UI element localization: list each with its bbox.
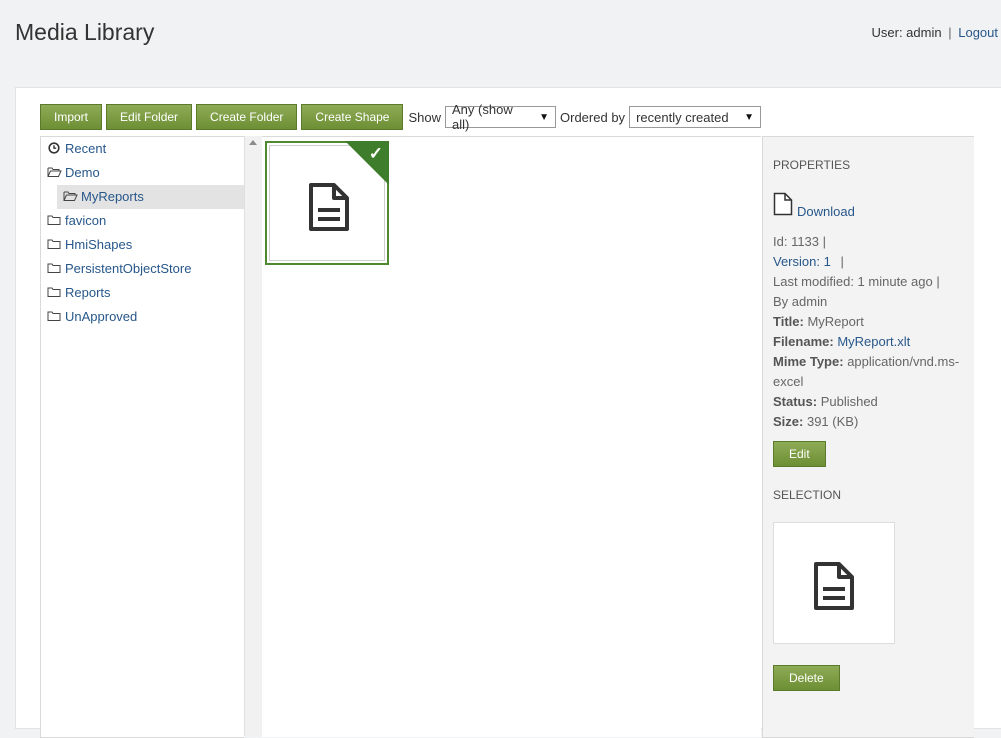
tree-item-demo[interactable]: Demo bbox=[41, 161, 244, 185]
tree-item-recent[interactable]: Recent bbox=[41, 137, 244, 161]
size-value: 391 (KB) bbox=[806, 414, 859, 429]
tree-item-label: favicon bbox=[65, 213, 107, 228]
tree-item-label: PersistentObjectStore bbox=[65, 261, 192, 276]
page-title: Media Library bbox=[15, 19, 155, 45]
dropdown-arrow-icon: ▼ bbox=[744, 111, 755, 123]
tree-scrollbar[interactable] bbox=[244, 136, 262, 736]
show-filter-select[interactable]: Any (show all) ▼ bbox=[445, 102, 557, 132]
clock-icon bbox=[46, 138, 62, 162]
media-item-myreport[interactable]: ✓ bbox=[265, 141, 389, 265]
filename-key: Filename: bbox=[773, 334, 834, 349]
tree-item-unapproved[interactable]: UnApproved bbox=[41, 305, 244, 329]
folder-open-icon bbox=[62, 186, 78, 210]
create-shape-button[interactable]: Create Shape bbox=[301, 104, 404, 130]
modified-by-text: By admin bbox=[773, 294, 828, 309]
user-label: User: admin bbox=[871, 25, 942, 40]
tree-item-label: MyReports bbox=[81, 189, 144, 204]
properties-title: PROPERTIES bbox=[773, 158, 851, 172]
tree-item-label: Demo bbox=[65, 165, 100, 180]
title-key: Title: bbox=[773, 314, 804, 329]
tree-item-label: UnApproved bbox=[65, 309, 138, 324]
size-property: Size: 391 (KB) bbox=[773, 412, 971, 432]
status-value: Published bbox=[820, 394, 878, 409]
tree-item-label: HmiShapes bbox=[65, 237, 133, 252]
status-property: Status: Published bbox=[773, 392, 971, 412]
logout-link[interactable]: Logout bbox=[958, 25, 998, 40]
title-value: MyReport bbox=[807, 314, 864, 329]
tree-item-favicon[interactable]: favicon bbox=[41, 209, 244, 233]
download-file-icon[interactable] bbox=[773, 192, 793, 216]
separator: | bbox=[948, 25, 952, 40]
order-by-select[interactable]: recently created ▼ bbox=[629, 106, 762, 128]
edit-folder-button[interactable]: Edit Folder bbox=[106, 104, 193, 130]
folder-tree: Recent Demo MyReports favicon HmiShapes bbox=[40, 136, 244, 738]
filename-link[interactable]: MyReport.xlt bbox=[837, 334, 910, 349]
tree-item-reports[interactable]: Reports bbox=[41, 281, 244, 305]
tree-item-myreports[interactable]: MyReports bbox=[57, 185, 244, 209]
tree-item-label: Reports bbox=[65, 285, 111, 300]
folder-icon bbox=[46, 306, 62, 330]
separator: | bbox=[840, 254, 844, 269]
status-key: Status: bbox=[773, 394, 818, 409]
last-modified-text: Last modified: 1 minute ago | bbox=[773, 274, 940, 289]
download-link[interactable]: Download bbox=[797, 204, 855, 219]
tree-item-label: Recent bbox=[65, 141, 107, 156]
media-library-panel: Import Edit Folder Create Folder Create … bbox=[15, 87, 1001, 738]
mime-type-key: Mime Type: bbox=[773, 354, 844, 369]
show-label: Show bbox=[408, 109, 442, 125]
id-text: Id: 1133 | bbox=[773, 234, 827, 249]
checkmark-icon: ✓ bbox=[368, 144, 383, 163]
version-link[interactable]: Version: 1 bbox=[773, 254, 831, 269]
folder-icon bbox=[46, 210, 62, 234]
folder-icon bbox=[46, 282, 62, 306]
order-by-value: recently created bbox=[636, 109, 729, 125]
document-icon bbox=[309, 183, 349, 231]
delete-button[interactable]: Delete bbox=[773, 665, 840, 691]
toolbar: Import Edit Folder Create Folder Create … bbox=[40, 102, 762, 132]
folder-icon bbox=[46, 258, 62, 282]
folder-open-icon bbox=[46, 162, 62, 186]
media-grid: ✓ bbox=[262, 136, 761, 737]
title-property: Title: MyReport bbox=[773, 312, 971, 332]
ordered-by-label: Ordered by bbox=[560, 109, 626, 125]
folder-icon bbox=[46, 234, 62, 258]
create-folder-button[interactable]: Create Folder bbox=[196, 104, 298, 130]
scroll-up-arrow-icon[interactable] bbox=[249, 140, 257, 145]
dropdown-arrow-icon: ▼ bbox=[539, 111, 550, 123]
tree-item-persistentobjectstore[interactable]: PersistentObjectStore bbox=[41, 257, 244, 281]
user-bar: User: admin | Logout bbox=[872, 25, 998, 40]
version-line: Version: 1 | bbox=[773, 252, 971, 272]
filename-property: Filename: MyReport.xlt bbox=[773, 332, 971, 352]
show-filter-value: Any (show all) bbox=[452, 102, 513, 132]
tree-item-hmishapes[interactable]: HmiShapes bbox=[41, 233, 244, 257]
selection-thumbnail[interactable] bbox=[773, 522, 895, 644]
properties-panel: PROPERTIES Download Id: 1133 | Version: … bbox=[762, 136, 974, 738]
size-key: Size: bbox=[773, 414, 804, 429]
edit-button[interactable]: Edit bbox=[773, 441, 826, 467]
selection-title: SELECTION bbox=[773, 488, 842, 502]
document-icon bbox=[814, 562, 854, 610]
import-button[interactable]: Import bbox=[40, 104, 103, 130]
mime-type-property: Mime Type: application/vnd.ms-excel bbox=[773, 352, 971, 392]
